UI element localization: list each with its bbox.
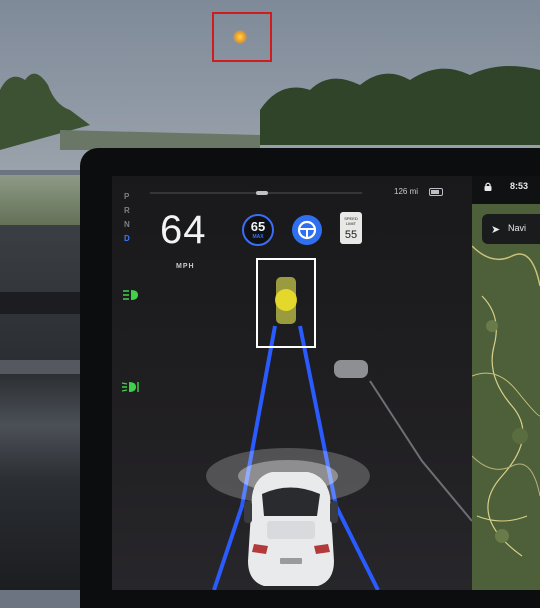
gear-d[interactable]: D [124,234,130,243]
set-speed-label: MAX [252,234,264,240]
highlight-box-detected-light [256,258,316,348]
gear-p[interactable]: P [124,192,129,201]
status-bar [472,176,540,204]
battery-range: 126 mi [394,187,419,196]
navigate-button[interactable]: ➤ Navi [482,214,540,244]
current-speed: 64 [160,208,207,252]
battery-icon [429,188,443,196]
dashboard-trim [0,360,80,374]
navigate-label: Navi [508,223,527,233]
headlight-icon [123,290,138,300]
touchscreen[interactable]: P R N D 126 mi 64 MPH 65 MAX SPEED LIMIT… [112,176,540,590]
driving-visualization: P R N D 126 mi 64 MPH 65 MAX SPEED LIMIT… [112,176,472,590]
navigation-map[interactable]: ➤ Navi [472,176,540,590]
lock-icon[interactable] [484,182,492,191]
gear-n[interactable]: N [124,220,130,229]
navigate-arrow-icon: ➤ [491,224,501,236]
adjacent-lane-line [369,380,472,522]
speed-limit-value: 55 [344,229,358,241]
speed-limit-sign: SPEED LIMIT 55 [340,212,362,244]
fog-light-icon [121,382,139,392]
dashboard-vent [0,292,85,314]
highlight-box-sky-light [212,12,272,62]
clock: 8:53 [510,181,529,191]
set-speed-indicator[interactable]: 65 MAX [242,214,274,246]
speed-limit-header: SPEED LIMIT [344,216,358,226]
steering-wheel-icon [297,220,317,240]
autopilot-progress-indicator [256,191,268,195]
adjacent-car [334,360,368,378]
speed-unit: MPH [176,263,195,270]
ego-car [244,472,338,586]
set-speed-value: 65 [250,219,266,234]
gear-r[interactable]: R [124,206,130,215]
autosteer-indicator[interactable] [292,215,322,245]
